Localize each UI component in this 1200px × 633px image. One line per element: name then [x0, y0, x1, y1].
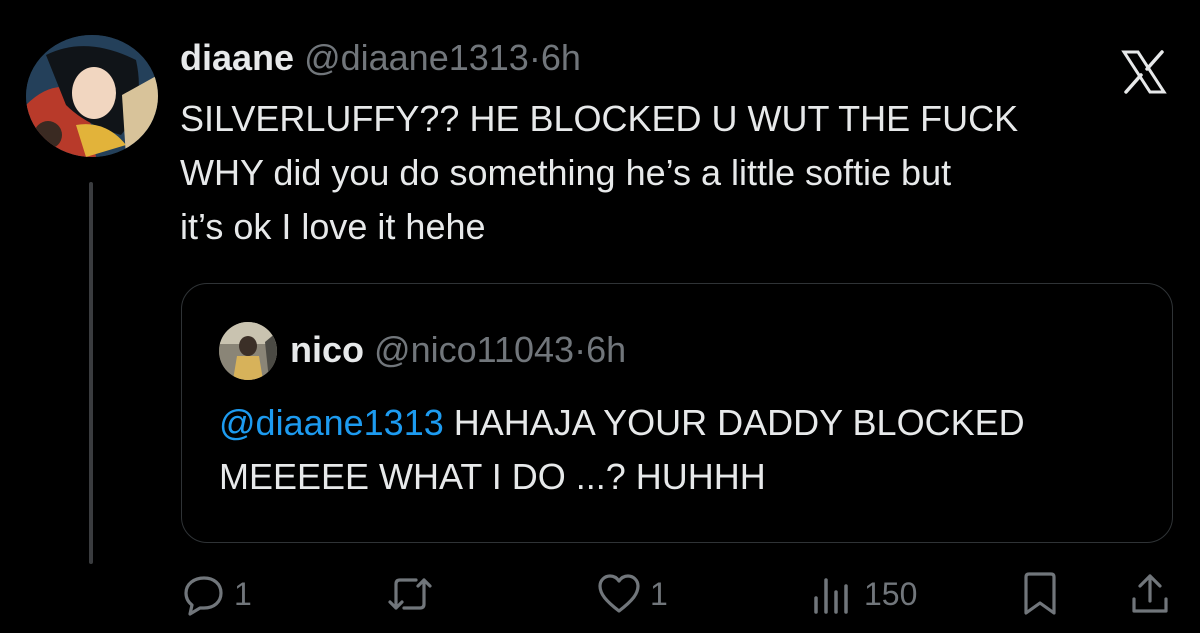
quoted-tweet-text: @diaane1313 HAHAJA YOUR DADDY BLOCKED ME…	[219, 396, 1149, 504]
quoted-author-avatar[interactable]	[219, 322, 277, 380]
quoted-author-name[interactable]: nico	[290, 329, 364, 370]
bookmark-button[interactable]	[1018, 566, 1062, 622]
views-icon	[814, 578, 848, 614]
reply-button[interactable]: 1	[182, 566, 252, 622]
quoted-avatar-image	[219, 322, 277, 380]
views-button[interactable]: 150	[810, 566, 917, 622]
separator-dot: ·	[528, 37, 541, 78]
like-button[interactable]: 1	[596, 566, 668, 622]
repost-icon	[388, 578, 432, 610]
author-handle[interactable]: @diaane1313	[304, 37, 529, 78]
reply-count: 1	[234, 575, 252, 612]
reply-icon	[184, 576, 223, 616]
tweet-header: diaane @diaane1313·6h	[180, 36, 581, 80]
quoted-tweet-card[interactable]: nico @nico11043·6h @diaane1313 HAHAJA YO…	[181, 283, 1173, 543]
action-bar: 1 1 150	[0, 566, 1200, 626]
tweet-time[interactable]: 6h	[541, 37, 581, 78]
author-name[interactable]: diaane	[180, 37, 294, 78]
thread-line	[89, 182, 93, 564]
tweet-text: SILVERLUFFY?? HE BLOCKED U WUT THE FUCK …	[180, 98, 1019, 247]
view-count: 150	[864, 575, 918, 612]
quoted-tweet-time[interactable]: 6h	[586, 329, 626, 370]
quoted-tweet-header: nico @nico11043·6h	[290, 328, 626, 372]
like-count: 1	[650, 575, 668, 612]
avatar-image	[26, 35, 158, 157]
x-logo-icon[interactable]	[1118, 46, 1170, 98]
author-avatar[interactable]	[26, 35, 158, 157]
quoted-author-handle[interactable]: @nico11043	[374, 329, 574, 370]
mention-link[interactable]: @diaane1313	[219, 402, 444, 443]
share-icon	[1132, 574, 1168, 613]
bookmark-icon	[1024, 572, 1056, 615]
quoted-separator-dot: ·	[574, 329, 587, 370]
repost-button[interactable]	[384, 566, 436, 622]
share-button[interactable]	[1128, 566, 1172, 622]
heart-icon	[598, 574, 640, 613]
